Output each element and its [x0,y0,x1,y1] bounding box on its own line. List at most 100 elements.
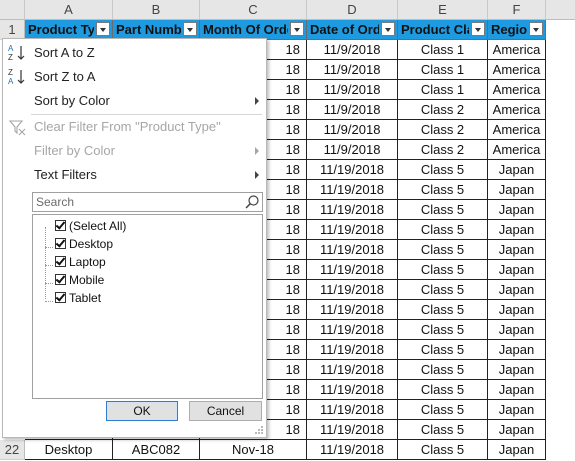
cell-date[interactable]: 11/9/2018 [307,140,398,160]
filter-dropdown-icon[interactable] [471,22,485,36]
checkbox-laptop[interactable]: Laptop [55,253,106,271]
checkbox-mobile[interactable]: Mobile [55,271,104,289]
row-header-22[interactable]: 22 [0,440,25,460]
filter-dropdown-icon[interactable] [183,22,197,36]
cell-product[interactable]: Desktop [25,440,113,460]
cell-date[interactable]: 11/9/2018 [307,60,398,80]
cell-date[interactable]: 11/9/2018 [307,40,398,60]
cell-region[interactable]: America [488,100,546,120]
cell-class[interactable]: Class 1 [398,80,488,100]
cell-class[interactable]: Class 5 [398,380,488,400]
filter-dropdown-icon[interactable] [529,22,543,36]
cell-region[interactable]: Japan [488,320,546,340]
cell-date[interactable]: 11/19/2018 [307,160,398,180]
cell-region[interactable]: Japan [488,380,546,400]
cell-class[interactable]: Class 5 [398,300,488,320]
cell-region[interactable]: Japan [488,180,546,200]
resize-grip-icon[interactable] [254,425,264,435]
cell-region[interactable]: Japan [488,300,546,320]
column-header-a[interactable]: A [25,0,113,20]
cell-class[interactable]: Class 5 [398,320,488,340]
sort-z-to-a-item[interactable]: Z A Sort Z to A [3,65,266,89]
cell-class[interactable]: Class 2 [398,140,488,160]
cell-class[interactable]: Class 2 [398,100,488,120]
cell-class[interactable]: Class 1 [398,60,488,80]
cell-class[interactable]: Class 5 [398,440,488,460]
cell-class[interactable]: Class 5 [398,420,488,440]
column-header-d[interactable]: D [307,0,398,20]
cell-class[interactable]: Class 5 [398,260,488,280]
cell-class[interactable]: Class 1 [398,40,488,60]
cell-date[interactable]: 11/9/2018 [307,100,398,120]
cell-class[interactable]: Class 2 [398,120,488,140]
cell-class[interactable]: Class 5 [398,280,488,300]
cell-date[interactable]: 11/19/2018 [307,180,398,200]
cell-date[interactable]: 11/19/2018 [307,260,398,280]
filter-dropdown-icon[interactable] [381,22,395,36]
checkbox-tablet[interactable]: Tablet [55,289,101,307]
ok-button[interactable]: OK [106,401,178,421]
cell-date[interactable]: 11/19/2018 [307,360,398,380]
cell-class[interactable]: Class 5 [398,220,488,240]
cell-date[interactable]: 11/19/2018 [307,320,398,340]
cell-date[interactable]: 11/9/2018 [307,120,398,140]
filter-dropdown-icon[interactable] [96,22,110,36]
cell-date[interactable]: 11/19/2018 [307,380,398,400]
text-filters-item[interactable]: Text Filters [3,163,266,187]
filter-dropdown-icon[interactable] [290,22,304,36]
checkbox-desktop[interactable]: Desktop [55,235,113,253]
cell-region[interactable]: Japan [488,400,546,420]
cell-region[interactable]: Japan [488,160,546,180]
filter-search-input[interactable]: Search [32,192,263,212]
cell-date[interactable]: 11/19/2018 [307,440,398,460]
cell-region[interactable]: Japan [488,340,546,360]
cell-date[interactable]: 11/19/2018 [307,400,398,420]
cell-date[interactable]: 11/19/2018 [307,340,398,360]
cell-region[interactable]: Japan [488,240,546,260]
checkbox-select-all[interactable]: (Select All) [55,217,126,235]
column-header-g[interactable] [546,0,575,20]
column-header-b[interactable]: B [113,0,200,20]
cell-region[interactable]: Japan [488,220,546,240]
cell-region[interactable]: America [488,140,546,160]
header-part-number: Part Number [113,20,200,40]
cell-date[interactable]: 11/19/2018 [307,280,398,300]
checkbox-checked-icon [55,274,66,285]
cell-date[interactable]: 11/19/2018 [307,300,398,320]
cell-date[interactable]: 11/19/2018 [307,420,398,440]
sort-ascending-icon: A Z [8,44,25,62]
cell-part[interactable]: ABC082 [113,440,200,460]
column-header-c[interactable]: C [200,0,307,20]
row-header-1[interactable]: 1 [0,20,25,40]
cell-region[interactable]: Japan [488,260,546,280]
select-all-corner[interactable] [0,0,25,20]
cell-class[interactable]: Class 5 [398,240,488,260]
sort-a-to-z-item[interactable]: A Z Sort A to Z [3,41,266,65]
cell-class[interactable]: Class 5 [398,180,488,200]
cell-class[interactable]: Class 5 [398,400,488,420]
cell-region[interactable]: America [488,120,546,140]
cell-region[interactable]: America [488,60,546,80]
cell-class[interactable]: Class 5 [398,360,488,380]
sort-descending-icon: Z A [8,68,25,86]
cell-region[interactable]: America [488,40,546,60]
cell-date[interactable]: 11/9/2018 [307,80,398,100]
column-header-f[interactable]: F [488,0,546,20]
cell-region[interactable]: America [488,80,546,100]
cell-region[interactable]: Japan [488,200,546,220]
cell-date[interactable]: 11/19/2018 [307,240,398,260]
cell-date[interactable]: 11/19/2018 [307,220,398,240]
cell-region[interactable]: Japan [488,360,546,380]
cancel-button[interactable]: Cancel [189,401,262,421]
sort-by-color-item[interactable]: Sort by Color [3,89,266,113]
svg-text:Z: Z [8,53,13,62]
cell-class[interactable]: Class 5 [398,160,488,180]
cell-region[interactable]: Japan [488,280,546,300]
cell-month[interactable]: Nov-18 [200,440,307,460]
cell-region[interactable]: Japan [488,440,546,460]
cell-class[interactable]: Class 5 [398,340,488,360]
cell-region[interactable]: Japan [488,420,546,440]
cell-class[interactable]: Class 5 [398,200,488,220]
cell-date[interactable]: 11/19/2018 [307,200,398,220]
column-header-e[interactable]: E [398,0,488,20]
